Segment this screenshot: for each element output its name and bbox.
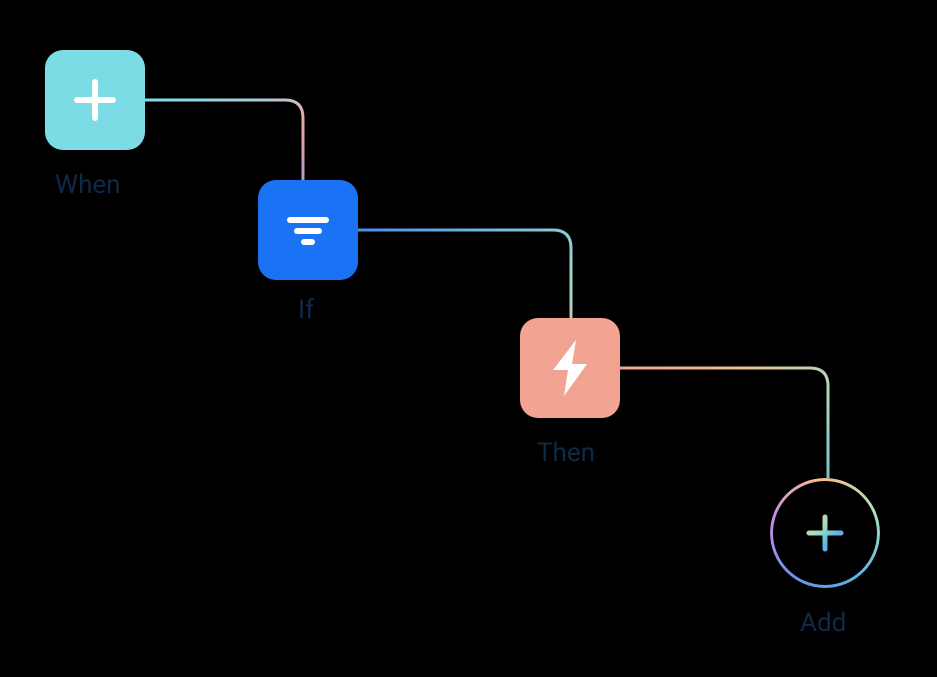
add-node[interactable] [770,478,880,588]
lightning-icon [543,336,597,400]
workflow-diagram: When If Then Add [0,0,937,677]
filter-icon [280,202,336,258]
plus-icon [67,72,123,128]
plus-gradient-icon [797,505,853,561]
then-label: Then [537,438,595,468]
if-node[interactable] [258,180,358,280]
add-label: Add [800,608,846,638]
when-node[interactable] [45,50,145,150]
if-label: If [298,295,314,325]
then-node[interactable] [520,318,620,418]
when-label: When [55,170,121,200]
